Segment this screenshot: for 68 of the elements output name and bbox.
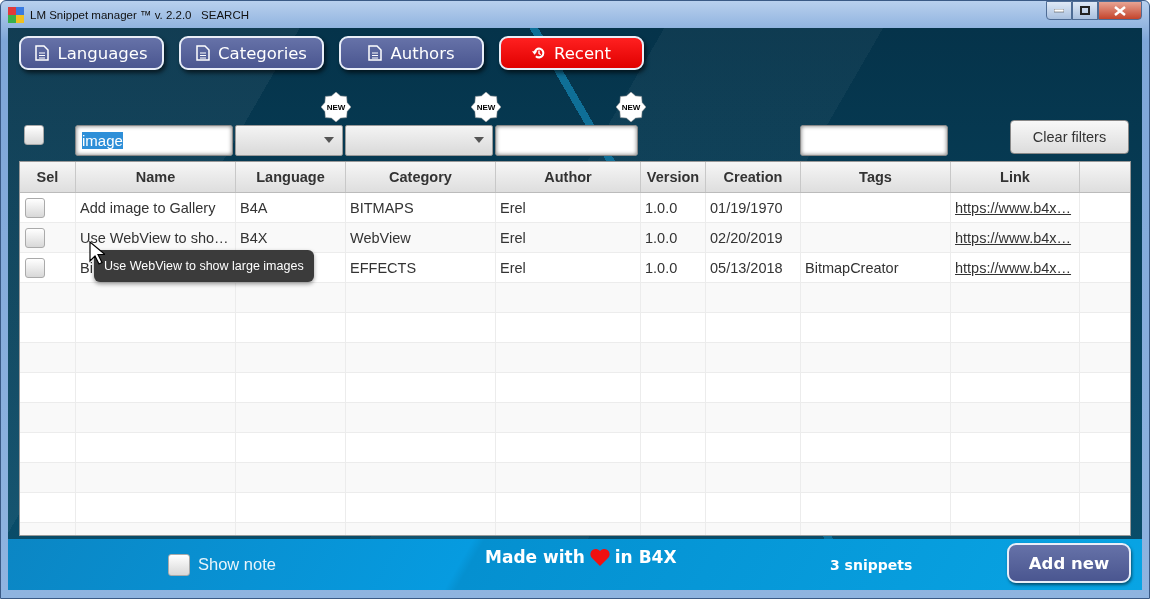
filter-field[interactable] bbox=[495, 124, 638, 156]
table-cell: Erel bbox=[500, 259, 526, 276]
nav-button[interactable]: Recent bbox=[499, 36, 644, 70]
nav-button[interactable]: Categories bbox=[179, 36, 324, 70]
link[interactable]: https://www.b4x… bbox=[955, 229, 1072, 246]
close-icon bbox=[1114, 5, 1126, 16]
new-badge: NEW bbox=[321, 92, 351, 122]
minimize-icon bbox=[1054, 8, 1064, 13]
column-header[interactable]: Version bbox=[641, 162, 706, 192]
app-icon bbox=[8, 6, 24, 23]
table-cell: Erel bbox=[500, 199, 526, 216]
made-with-text: Made with bbox=[485, 547, 585, 567]
link[interactable]: https://www.b4x… bbox=[955, 259, 1072, 276]
history-icon bbox=[532, 45, 546, 61]
heart-icon bbox=[589, 548, 610, 566]
table-cell: 01/19/1970 bbox=[710, 199, 783, 216]
column-header[interactable]: Creation bbox=[706, 162, 801, 192]
table-cell: 1.0.0 bbox=[645, 199, 678, 216]
table-cell: EFFECTS bbox=[350, 259, 417, 276]
table-cell: 1.0.0 bbox=[645, 229, 678, 246]
row-checkbox[interactable] bbox=[25, 257, 45, 278]
caret-icon bbox=[474, 137, 484, 143]
maximize-icon bbox=[1080, 6, 1090, 15]
select-all-checkbox[interactable] bbox=[24, 125, 44, 145]
new-badge: NEW bbox=[471, 92, 501, 122]
table-cell: WebView bbox=[350, 229, 411, 246]
maximize-button[interactable] bbox=[1072, 1, 1098, 20]
column-header[interactable]: Author bbox=[496, 162, 641, 192]
row-checkbox[interactable] bbox=[25, 197, 45, 218]
snippet-count: 3 snippets bbox=[830, 556, 913, 573]
tooltip: Use WebView to show large images bbox=[94, 250, 314, 282]
document-icon bbox=[196, 45, 211, 61]
table-cell: BITMAPS bbox=[350, 199, 414, 216]
column-header[interactable]: Category bbox=[346, 162, 496, 192]
filter-field[interactable] bbox=[800, 124, 948, 156]
column-header[interactable]: Name bbox=[76, 162, 236, 192]
table-cell: B4X bbox=[240, 229, 268, 246]
column-header[interactable]: Sel bbox=[20, 162, 76, 192]
table-cell: 1.0.0 bbox=[645, 259, 678, 276]
table-cell: Add image to Gallery bbox=[80, 199, 216, 216]
made-with-text: in B4X bbox=[614, 547, 677, 567]
new-badge: NEW bbox=[616, 92, 646, 122]
show-note-checkbox[interactable] bbox=[168, 553, 190, 576]
nav-button[interactable]: Authors bbox=[339, 36, 484, 70]
row-checkbox[interactable] bbox=[25, 227, 45, 248]
table-cell: 05/13/2018 bbox=[710, 259, 783, 276]
clear-filters-button[interactable]: Clear filters bbox=[1010, 120, 1129, 154]
link[interactable]: https://www.b4x… bbox=[955, 199, 1072, 216]
filter-dropdown[interactable] bbox=[235, 124, 343, 156]
document-icon bbox=[368, 45, 383, 61]
table-cell: BitmapCreator bbox=[805, 259, 899, 276]
column-header[interactable]: Tags bbox=[801, 162, 951, 192]
column-header[interactable]: Language bbox=[236, 162, 346, 192]
caret-icon bbox=[324, 137, 334, 143]
window-title: LM Snippet manager ™ v. 2.2.0 SEARCH bbox=[30, 8, 250, 21]
close-button[interactable] bbox=[1098, 1, 1142, 20]
table-cell: Bi bbox=[80, 259, 93, 276]
table-cell: B4A bbox=[240, 199, 268, 216]
filter-dropdown[interactable] bbox=[345, 124, 493, 156]
column-header[interactable]: Link bbox=[951, 162, 1080, 192]
add-new-button[interactable]: Add new bbox=[1007, 543, 1131, 583]
show-note-label: Show note bbox=[198, 555, 276, 574]
table-cell: Erel bbox=[500, 229, 526, 246]
table-cell: 02/20/2019 bbox=[710, 229, 783, 246]
table-cell: Use WebView to sho… bbox=[80, 229, 229, 246]
minimize-button[interactable] bbox=[1046, 1, 1072, 20]
document-icon bbox=[35, 45, 50, 61]
nav-button[interactable]: Languages bbox=[19, 36, 164, 70]
